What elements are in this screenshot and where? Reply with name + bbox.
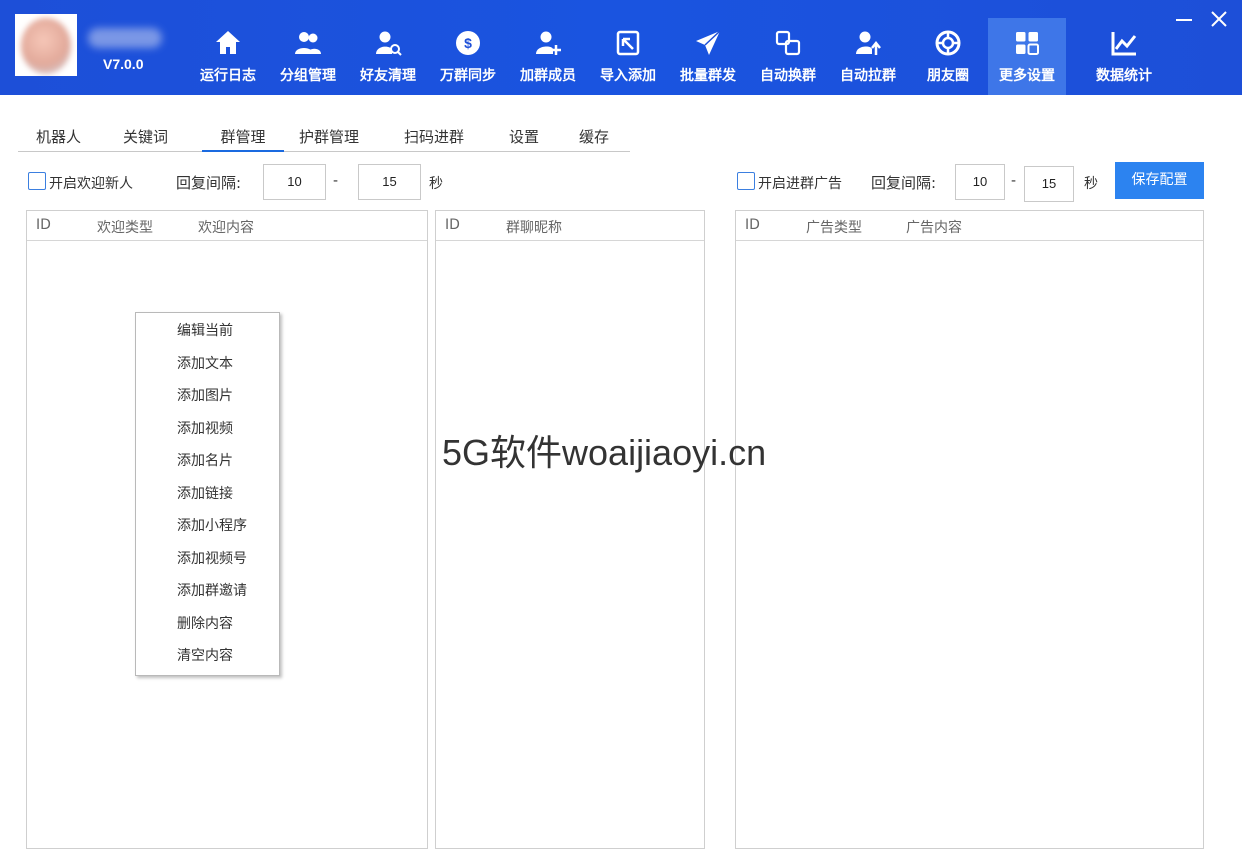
user-up-icon xyxy=(856,31,881,55)
tab-robot[interactable]: 机器人 xyxy=(36,126,81,150)
welcome-interval-label: 回复间隔: xyxy=(176,174,242,192)
nav-label: 运行日志 xyxy=(200,68,256,84)
grid-icon xyxy=(1016,32,1039,55)
column-header-id[interactable]: ID xyxy=(745,217,760,233)
nav-moments[interactable]: 朋友圈 xyxy=(909,18,987,95)
nav-label: 数据统计 xyxy=(1096,68,1152,84)
version-label: V7.0.0 xyxy=(103,56,144,72)
tab-keywords[interactable]: 关键词 xyxy=(123,126,168,150)
nav-label: 加群成员 xyxy=(520,68,576,84)
title-bar: V7.0.0 运行日志 分组管理 好友清理 $ 万群同步 加群成员 导入添加 批… xyxy=(0,0,1242,95)
moments-icon xyxy=(935,30,961,56)
tab-scan-join[interactable]: 扫码进群 xyxy=(404,126,464,150)
user-add-icon xyxy=(536,31,561,55)
sync-icon: $ xyxy=(456,31,480,55)
ad-checkbox[interactable] xyxy=(737,172,755,190)
column-header-id[interactable]: ID xyxy=(36,217,51,233)
column-header-group-name[interactable]: 群聊昵称 xyxy=(506,217,562,237)
nav-more-settings[interactable]: 更多设置 xyxy=(988,18,1066,95)
menu-add-link[interactable]: 添加链接 xyxy=(136,479,279,509)
ad-interval-unit: 秒 xyxy=(1084,176,1098,192)
switch-group-icon xyxy=(775,30,801,56)
nav-label: 批量群发 xyxy=(680,68,736,84)
nav-group-manage[interactable]: 分组管理 xyxy=(269,18,347,95)
menu-add-text[interactable]: 添加文本 xyxy=(136,349,279,379)
nav-label: 朋友圈 xyxy=(927,68,969,84)
ad-list[interactable]: ID 广告类型 广告内容 xyxy=(735,210,1204,849)
nav-label: 分组管理 xyxy=(280,68,336,84)
nav-auto-switch-group[interactable]: 自动换群 xyxy=(749,18,827,95)
nav-label: 自动换群 xyxy=(760,68,816,84)
nav-statistics[interactable]: 数据统计 xyxy=(1085,18,1163,95)
ad-interval-label: 回复间隔: xyxy=(871,174,937,192)
tab-cache[interactable]: 缓存 xyxy=(579,126,609,150)
nav-import-add[interactable]: 导入添加 xyxy=(589,18,667,95)
svg-text:$: $ xyxy=(464,35,472,51)
column-header-id[interactable]: ID xyxy=(445,217,460,233)
column-header-ad-content[interactable]: 广告内容 xyxy=(906,217,962,237)
menu-add-image[interactable]: 添加图片 xyxy=(136,381,279,411)
send-icon xyxy=(696,30,721,55)
home-icon xyxy=(216,31,240,54)
welcome-interval-unit: 秒 xyxy=(429,176,443,192)
tab-group-manage[interactable]: 群管理 xyxy=(202,126,284,152)
ad-interval-min-input[interactable]: 10 xyxy=(955,164,1005,200)
nav-label: 好友清理 xyxy=(360,68,416,84)
welcome-checkbox-label: 开启欢迎新人 xyxy=(49,176,133,192)
nav-auto-pull-group[interactable]: 自动拉群 xyxy=(829,18,907,95)
group-list[interactable]: ID 群聊昵称 xyxy=(435,210,705,849)
welcome-checkbox[interactable] xyxy=(28,172,46,190)
welcome-interval-max-input[interactable]: 15 xyxy=(358,164,421,200)
tab-settings[interactable]: 设置 xyxy=(509,126,539,150)
menu-edit-current[interactable]: 编辑当前 xyxy=(136,316,279,346)
minimize-icon[interactable] xyxy=(1173,8,1195,30)
menu-add-mini-program[interactable]: 添加小程序 xyxy=(136,511,279,541)
avatar[interactable] xyxy=(15,14,77,76)
tab-group-protect[interactable]: 护群管理 xyxy=(299,126,359,150)
welcome-interval-dash: - xyxy=(333,173,339,189)
nav-group-sync[interactable]: $ 万群同步 xyxy=(429,18,507,95)
user-search-icon xyxy=(376,31,402,56)
welcome-interval-min-input[interactable]: 10 xyxy=(263,164,326,200)
save-config-button[interactable]: 保存配置 xyxy=(1115,162,1204,199)
tab-bar: 机器人 关键词 群管理 护群管理 扫码进群 设置 缓存 xyxy=(18,126,630,152)
nav-mass-send[interactable]: 批量群发 xyxy=(669,18,747,95)
menu-add-channels[interactable]: 添加视频号 xyxy=(136,544,279,574)
column-header-content[interactable]: 欢迎内容 xyxy=(198,217,254,237)
import-icon xyxy=(616,30,640,56)
column-header-ad-type[interactable]: 广告类型 xyxy=(806,217,862,237)
menu-add-group-invite[interactable]: 添加群邀请 xyxy=(136,576,279,606)
nav-label: 导入添加 xyxy=(600,68,656,84)
menu-add-video[interactable]: 添加视频 xyxy=(136,414,279,444)
nav-label: 更多设置 xyxy=(999,68,1055,84)
menu-add-card[interactable]: 添加名片 xyxy=(136,446,279,476)
context-menu: 编辑当前 添加文本 添加图片 添加视频 添加名片 添加链接 添加小程序 添加视频… xyxy=(135,312,280,676)
ad-interval-dash: - xyxy=(1011,173,1017,189)
watermark-text: 5G软件woaijiaoyi.cn xyxy=(442,432,767,473)
menu-delete-content[interactable]: 删除内容 xyxy=(136,609,279,639)
ad-checkbox-label: 开启进群广告 xyxy=(758,176,842,192)
close-icon[interactable] xyxy=(1208,8,1230,30)
nav-label: 自动拉群 xyxy=(840,68,896,84)
nav-run-log[interactable]: 运行日志 xyxy=(189,18,267,95)
ad-interval-max-input[interactable]: 15 xyxy=(1024,166,1074,202)
users-icon xyxy=(295,32,321,54)
nav-add-members[interactable]: 加群成员 xyxy=(509,18,587,95)
chart-icon xyxy=(1111,32,1137,56)
column-header-type[interactable]: 欢迎类型 xyxy=(97,217,153,237)
welcome-list-header: ID 欢迎类型 欢迎内容 xyxy=(27,211,427,241)
account-name-blurred xyxy=(88,28,162,48)
nav-friend-clean[interactable]: 好友清理 xyxy=(349,18,427,95)
group-list-header: ID 群聊昵称 xyxy=(436,211,704,241)
nav-label: 万群同步 xyxy=(440,68,496,84)
ad-list-header: ID 广告类型 广告内容 xyxy=(736,211,1203,241)
menu-clear-content[interactable]: 清空内容 xyxy=(136,641,279,671)
